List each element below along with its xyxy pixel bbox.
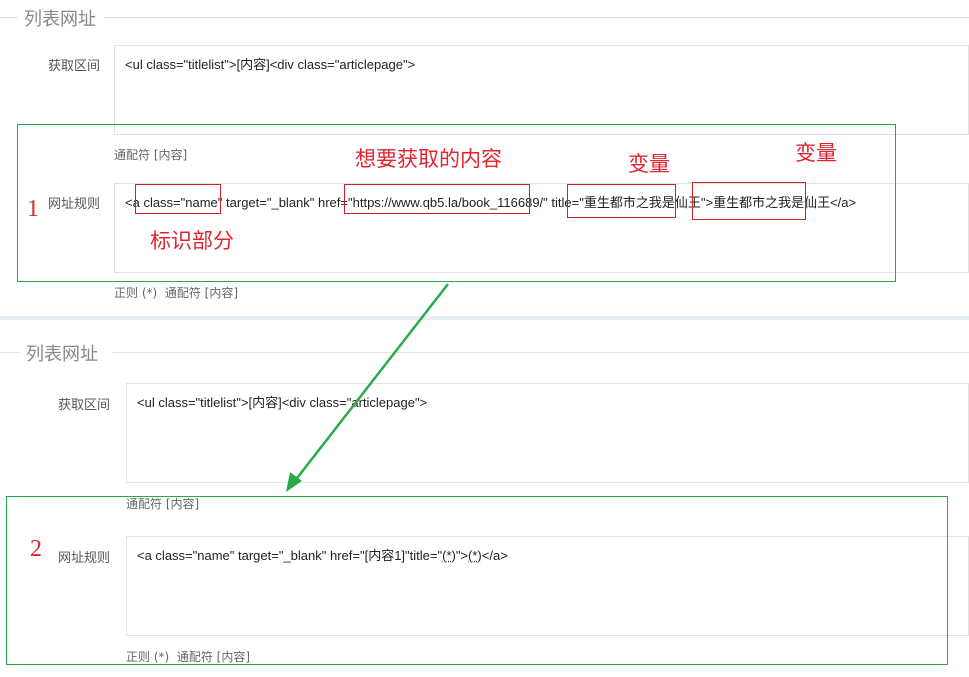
arrow-icon — [286, 283, 449, 492]
